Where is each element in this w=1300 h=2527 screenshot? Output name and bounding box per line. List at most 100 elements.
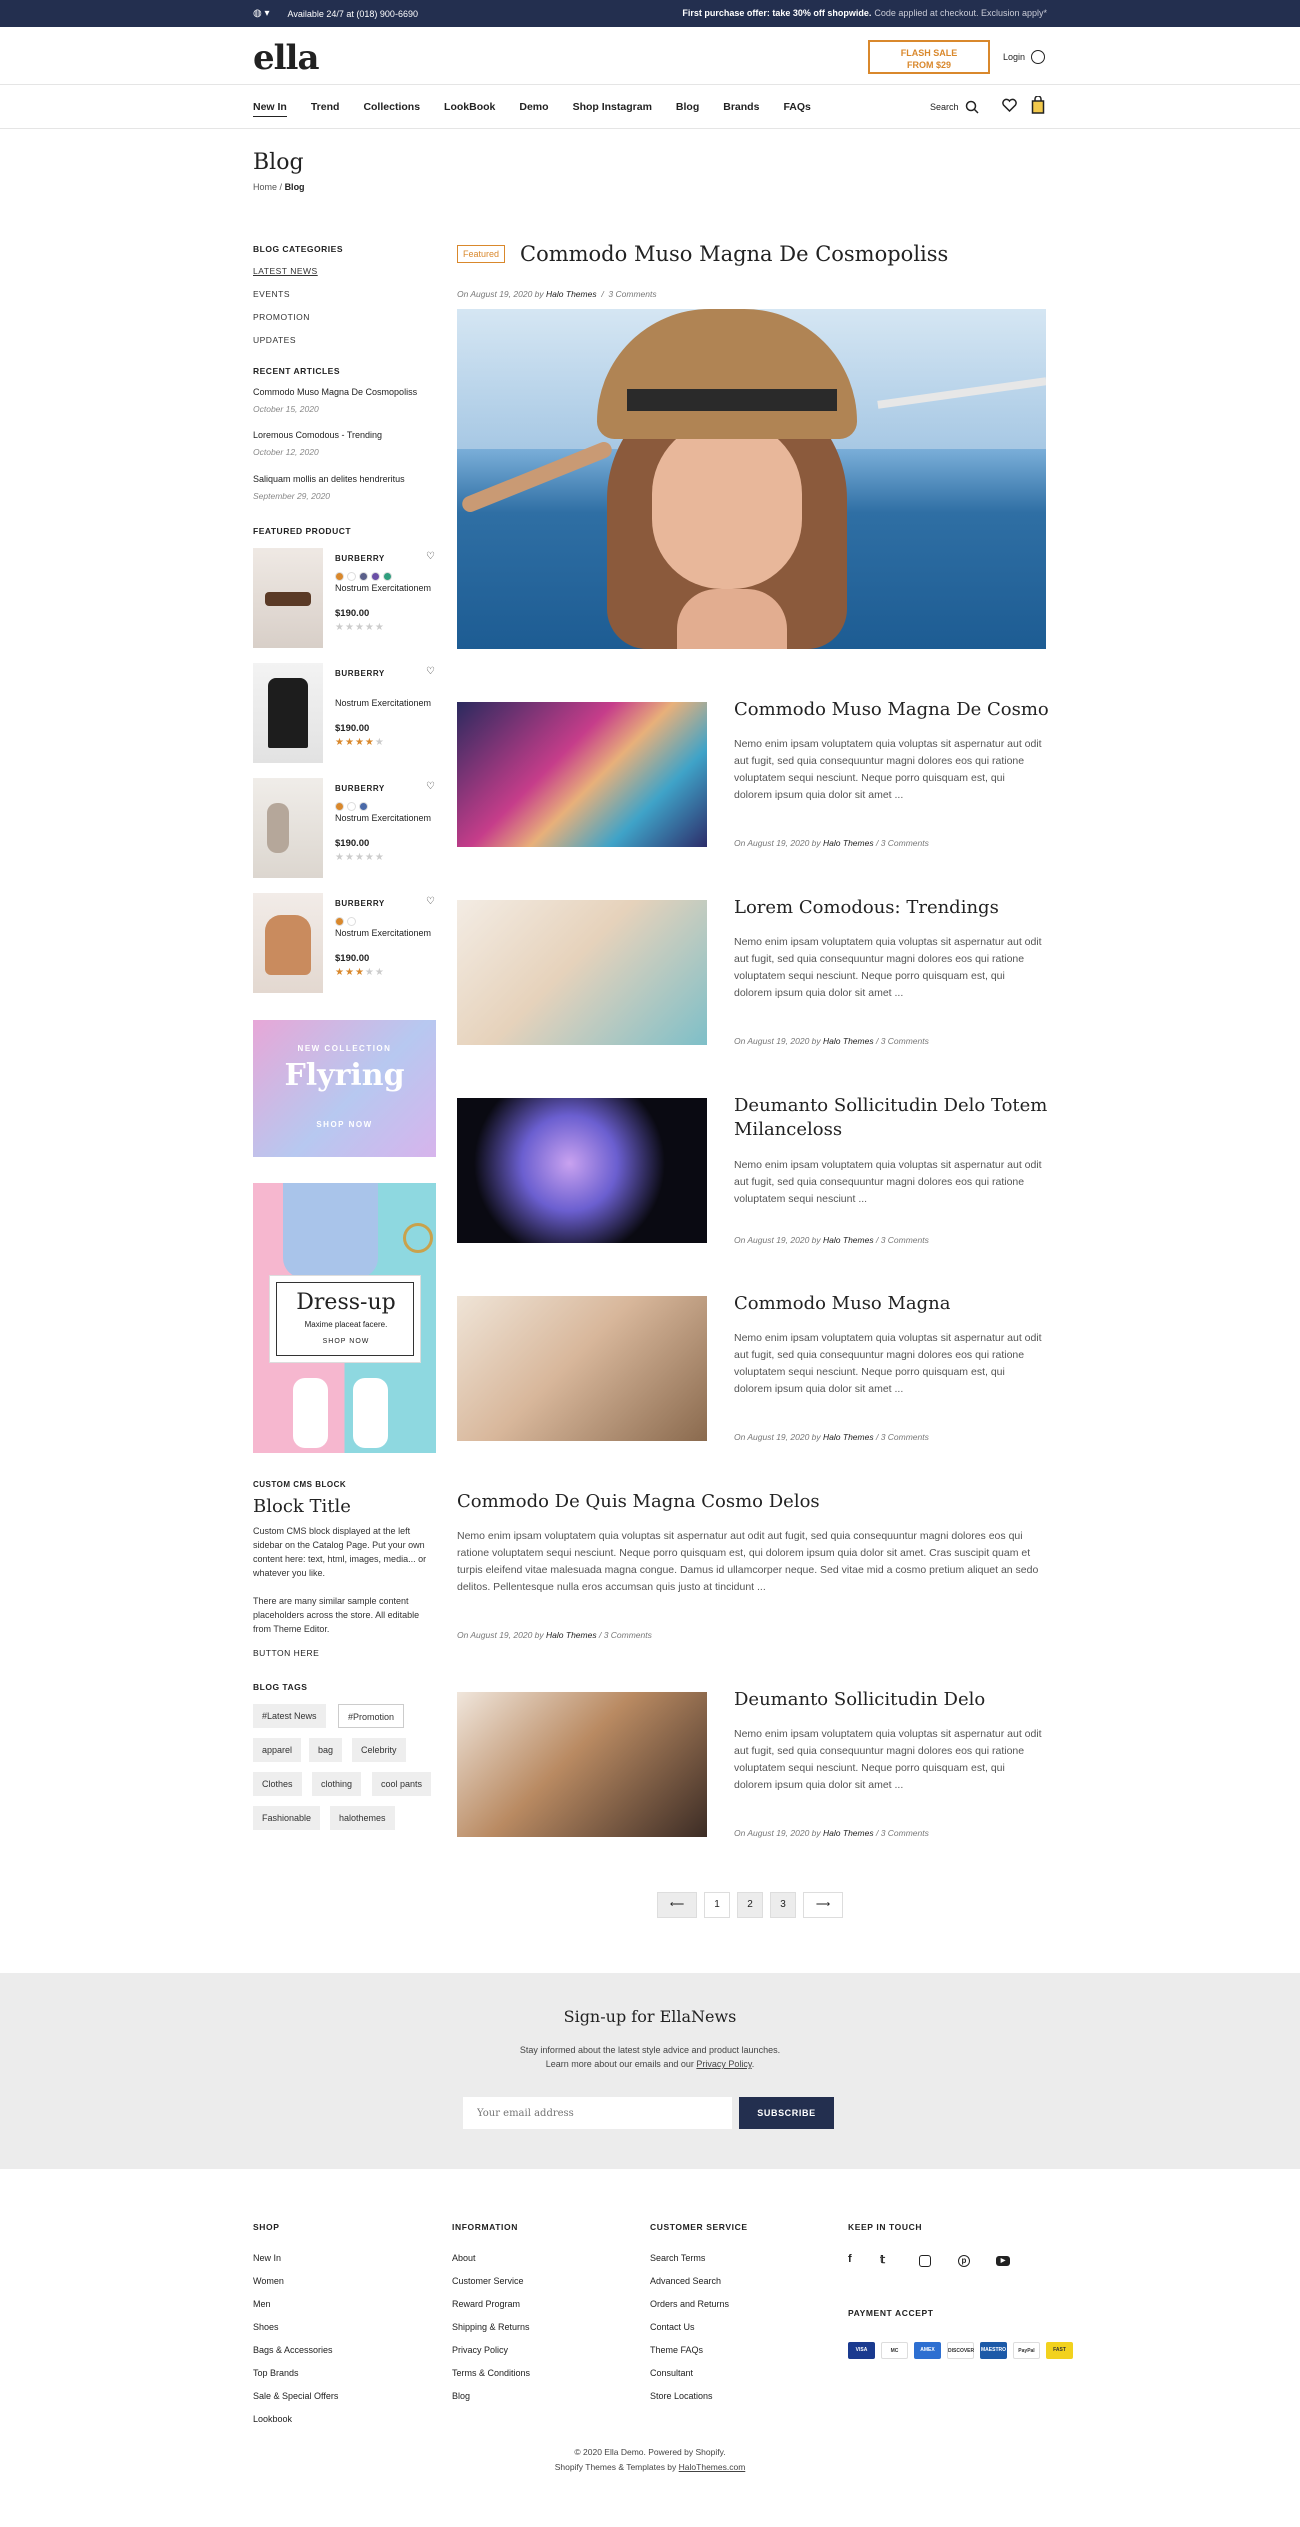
recent-article-title[interactable]: Commodo Muso Magna De Cosmopoliss: [253, 387, 417, 397]
post-title[interactable]: Commodo Muso Magna De Cosmo: [734, 698, 1054, 722]
page-1-button[interactable]: 1: [704, 1892, 730, 1918]
post-image[interactable]: [457, 1098, 707, 1243]
next-page-button[interactable]: ⟶: [803, 1892, 843, 1918]
color-swatch[interactable]: [359, 802, 368, 811]
post-author[interactable]: Halo Themes: [546, 1630, 597, 1640]
flash-sale-button[interactable]: FLASH SALE FROM $29: [868, 40, 990, 74]
product-name[interactable]: Nostrum Exercitationem: [335, 813, 431, 823]
footer-link[interactable]: Theme FAQs: [650, 2345, 703, 2355]
post-title[interactable]: Deumanto Sollicitudin Delo Totem Milance…: [734, 1094, 1054, 1142]
color-swatch[interactable]: [347, 572, 356, 581]
color-swatch[interactable]: [335, 917, 344, 926]
product-image[interactable]: [253, 548, 323, 648]
product-image[interactable]: [253, 663, 323, 763]
post-image[interactable]: [457, 900, 707, 1045]
page-2-button[interactable]: 2: [737, 1892, 763, 1918]
product-image[interactable]: [253, 778, 323, 878]
footer-link[interactable]: Top Brands: [253, 2368, 299, 2378]
footer-link[interactable]: Men: [253, 2299, 271, 2309]
footer-link[interactable]: New In: [253, 2253, 281, 2263]
search-button[interactable]: Search: [930, 100, 979, 114]
wishlist-icon[interactable]: [1002, 98, 1017, 112]
post-author[interactable]: Halo Themes: [823, 1432, 874, 1442]
featured-post-image[interactable]: [457, 309, 1046, 649]
flyring-banner[interactable]: NEW COLLECTION Flyring SHOP NOW: [253, 1020, 436, 1157]
tag-link[interactable]: Fashionable: [253, 1806, 321, 1830]
footer-link[interactable]: Shoes: [253, 2322, 279, 2332]
facebook-icon[interactable]: f: [848, 2253, 852, 2265]
privacy-policy-link[interactable]: Privacy Policy: [696, 2059, 751, 2069]
color-swatch[interactable]: [347, 802, 356, 811]
nav-item-new-in[interactable]: New In: [253, 101, 287, 117]
recent-article-title[interactable]: Saliquam mollis an delites hendreritus: [253, 474, 405, 484]
post-author[interactable]: Halo Themes: [546, 289, 597, 299]
twitter-icon[interactable]: 𝕥: [880, 2253, 885, 2266]
color-swatch[interactable]: [347, 917, 356, 926]
footer-link[interactable]: Advanced Search: [650, 2276, 721, 2286]
breadcrumb-home[interactable]: Home: [253, 182, 277, 192]
tag-link[interactable]: bag: [309, 1738, 343, 1762]
tag-link[interactable]: #Latest News: [253, 1704, 326, 1728]
post-author[interactable]: Halo Themes: [823, 1828, 874, 1838]
category-link-events[interactable]: EVENTS: [253, 289, 290, 299]
heart-icon[interactable]: ♡: [426, 896, 435, 907]
post-comments[interactable]: 3 Comments: [881, 1036, 929, 1046]
cart-icon[interactable]: [1031, 96, 1045, 114]
footer-link[interactable]: Orders and Returns: [650, 2299, 729, 2309]
cms-button[interactable]: BUTTON HERE: [253, 1648, 319, 1658]
heart-icon[interactable]: ♡: [426, 666, 435, 677]
prev-page-button[interactable]: ⟵: [657, 1892, 697, 1918]
footer-link[interactable]: Customer Service: [452, 2276, 524, 2286]
subscribe-button[interactable]: SUBSCRIBE: [739, 2097, 834, 2129]
nav-item-demo[interactable]: Demo: [519, 101, 548, 117]
halothemes-link[interactable]: HaloThemes.com: [679, 2462, 746, 2472]
banner-cta[interactable]: SHOP NOW: [253, 1120, 436, 1129]
nav-item-trend[interactable]: Trend: [311, 101, 340, 117]
dress-up-banner[interactable]: Dress-up Maxime placeat facere. SHOP NOW: [253, 1183, 436, 1453]
product-image[interactable]: [253, 893, 323, 993]
page-3-button[interactable]: 3: [770, 1892, 796, 1918]
footer-link[interactable]: Terms & Conditions: [452, 2368, 530, 2378]
post-author[interactable]: Halo Themes: [823, 1036, 874, 1046]
color-swatch[interactable]: [383, 572, 392, 581]
tag-link[interactable]: #Promotion: [338, 1704, 405, 1728]
product-name[interactable]: Nostrum Exercitationem: [335, 583, 431, 593]
category-link-latest-news[interactable]: LATEST NEWS: [253, 266, 318, 276]
heart-icon[interactable]: ♡: [426, 781, 435, 792]
youtube-icon[interactable]: ▶: [996, 2256, 1010, 2266]
post-comments[interactable]: 3 Comments: [604, 1630, 652, 1640]
post-image[interactable]: [457, 702, 707, 847]
post-comments[interactable]: 3 Comments: [881, 1235, 929, 1245]
nav-item-faqs[interactable]: FAQs: [783, 101, 810, 117]
pinterest-icon[interactable]: p: [958, 2255, 970, 2267]
footer-link[interactable]: Sale & Special Offers: [253, 2391, 338, 2401]
post-comments[interactable]: 3 Comments: [881, 1432, 929, 1442]
post-author[interactable]: Halo Themes: [823, 1235, 874, 1245]
dress-up-cta[interactable]: SHOP NOW: [270, 1338, 422, 1345]
recent-article-title[interactable]: Loremous Comodous - Trending: [253, 430, 382, 440]
nav-item-lookbook[interactable]: LookBook: [444, 101, 495, 117]
footer-link[interactable]: Shipping & Returns: [452, 2322, 530, 2332]
nav-item-shop-instagram[interactable]: Shop Instagram: [573, 101, 652, 117]
post-title[interactable]: Commodo De Quis Magna Cosmo Delos: [457, 1490, 1046, 1514]
color-swatch[interactable]: [335, 572, 344, 581]
post-comments[interactable]: 3 Comments: [881, 838, 929, 848]
footer-link[interactable]: Reward Program: [452, 2299, 520, 2309]
product-name[interactable]: Nostrum Exercitationem: [335, 928, 431, 938]
globe-icon[interactable]: ◍ ▾: [253, 8, 270, 19]
tag-link[interactable]: halothemes: [330, 1806, 395, 1830]
tag-link[interactable]: clothing: [312, 1772, 362, 1796]
nav-item-brands[interactable]: Brands: [723, 101, 759, 117]
post-title[interactable]: Lorem Comodous: Trendings: [734, 896, 1054, 920]
tag-link[interactable]: Clothes: [253, 1772, 302, 1796]
heart-icon[interactable]: ♡: [426, 551, 435, 562]
footer-link[interactable]: About: [452, 2253, 476, 2263]
newsletter-email-input[interactable]: [463, 2097, 732, 2129]
post-image[interactable]: [457, 1692, 707, 1837]
footer-link[interactable]: Contact Us: [650, 2322, 695, 2332]
tag-link[interactable]: cool pants: [372, 1772, 432, 1796]
color-swatch[interactable]: [335, 802, 344, 811]
tag-link[interactable]: apparel: [253, 1738, 302, 1762]
color-swatch[interactable]: [359, 572, 368, 581]
nav-item-collections[interactable]: Collections: [363, 101, 420, 117]
